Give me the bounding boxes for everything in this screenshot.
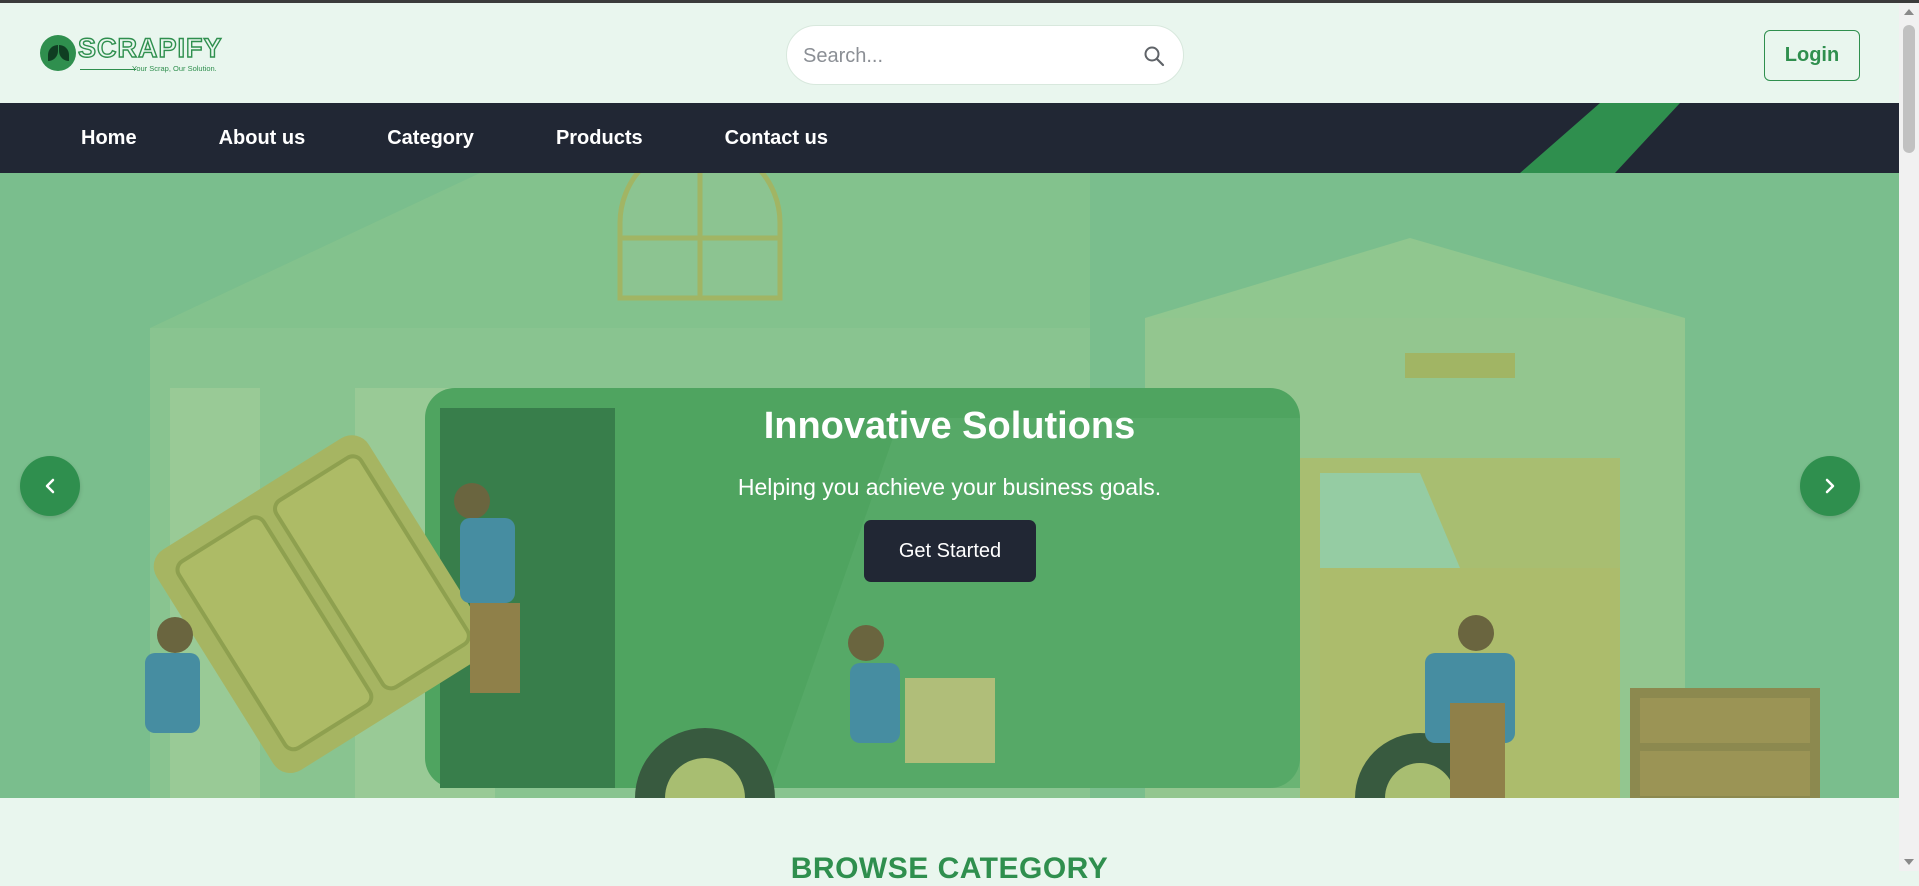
chevron-left-icon [45,478,55,494]
logo-divider [80,69,136,70]
browse-category-heading: BROWSE CATEGORY [790,852,1109,885]
brand-name: SCRAPIFY [77,32,223,63]
search-input[interactable] [801,38,1125,74]
get-started-button[interactable]: Get Started [864,520,1036,582]
logo-leaf-icon [40,35,76,71]
nav-item-about-us[interactable]: About us [219,127,306,150]
scrollbar-thumb[interactable] [1903,25,1915,153]
hero-carousel: Innovative Solutions Helping you achieve… [0,173,1899,798]
nav-item-category[interactable]: Category [387,127,474,150]
brand-logo[interactable]: SCRAPIFY Your Scrap, Our Solution. [40,29,230,79]
scroll-down-icon[interactable] [1904,859,1914,865]
carousel-next-button[interactable] [1800,456,1860,516]
hero-subtitle: Helping you achieve your business goals. [737,474,1162,500]
search-box [786,25,1184,85]
login-button[interactable]: Login [1764,30,1860,81]
brand-tagline: Your Scrap, Our Solution. [132,64,217,73]
nav-decorative-stripe [1520,103,1680,173]
search-icon[interactable] [1139,41,1169,71]
carousel-prev-button[interactable] [20,456,80,516]
nav-item-products[interactable]: Products [556,127,643,150]
main-nav: Home About us Category Products Contact … [0,103,1899,173]
site-header: SCRAPIFY Your Scrap, Our Solution. Login [0,3,1899,103]
nav-item-home[interactable]: Home [81,127,137,150]
hero-slide: Innovative Solutions Helping you achieve… [0,173,1899,798]
chevron-right-icon [1825,478,1835,494]
page-scrollbar[interactable] [1899,3,1919,871]
scroll-up-icon[interactable] [1904,9,1914,15]
nav-item-contact-us[interactable]: Contact us [725,127,828,150]
hero-title: Innovative Solutions [763,405,1136,447]
